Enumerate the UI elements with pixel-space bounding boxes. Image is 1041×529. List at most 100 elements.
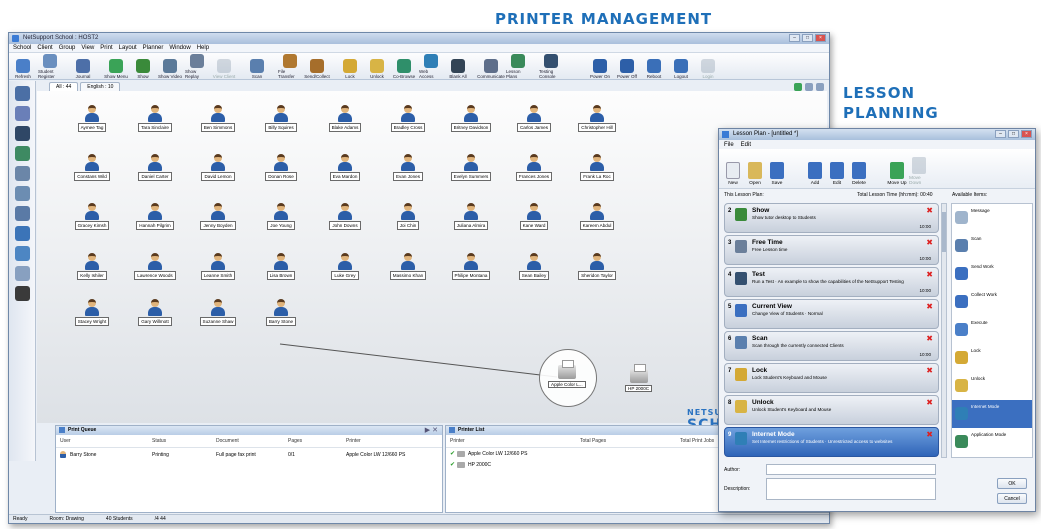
main-titlebar[interactable]: NetSupport School : HOST2 – □ × (9, 33, 829, 44)
column-header[interactable]: Document (216, 438, 288, 444)
student-icon[interactable]: Lawrence Woods (130, 253, 180, 280)
delete-button[interactable]: Delete (849, 162, 869, 186)
view-client-button[interactable]: View Client (212, 59, 236, 79)
author-field[interactable] (766, 464, 936, 475)
available-item-send-work[interactable]: Send Work (952, 260, 1032, 288)
student-icon[interactable]: Blake Adams (320, 105, 370, 132)
view-mode-icon[interactable] (15, 186, 30, 201)
send-collect-button[interactable]: Send/Collect (304, 59, 330, 79)
view-mode-icon[interactable] (15, 126, 30, 141)
lesson-plans-button[interactable]: Lesson Plans (506, 54, 530, 79)
student-icon[interactable]: Frank La Roc (572, 154, 622, 181)
login-button[interactable]: Login (696, 59, 720, 79)
column-header[interactable]: Status (152, 438, 216, 444)
power-off-button[interactable]: Power Off (615, 59, 639, 79)
group-tab[interactable]: English : 10 (80, 82, 121, 91)
lesson-item-show[interactable]: 2 Show Show tutor desktop to Students ✖ 10:0… (724, 203, 939, 233)
student-icon[interactable]: Lisa Brown (256, 253, 306, 280)
student-icon[interactable]: Tara Sinclaire (130, 105, 180, 132)
new-button[interactable]: New (723, 162, 743, 186)
student-icon[interactable]: Christopher Hill (572, 105, 622, 132)
student-icon[interactable]: Carlos James (509, 105, 559, 132)
power-on-button[interactable]: Power On (588, 59, 612, 79)
view-toggle-icon[interactable] (805, 83, 813, 91)
student-icon[interactable]: Joe Young (256, 203, 306, 230)
web-access-button[interactable]: Web Access (419, 54, 443, 79)
add-button[interactable]: Add (805, 162, 825, 186)
available-item-application-mode[interactable]: Application Mode (952, 428, 1032, 456)
ok-button[interactable]: OK (997, 478, 1027, 489)
view-mode-icon[interactable] (15, 266, 30, 281)
student-icon[interactable]: Kane Ward (509, 203, 559, 230)
student-icon[interactable]: Britney Davidson (446, 105, 496, 132)
student-icon[interactable]: Donan Rose (256, 154, 306, 181)
available-item-message[interactable]: Message (952, 204, 1032, 232)
student-icon[interactable]: Evan Jones (383, 154, 433, 181)
student-icon[interactable]: Luke Grey (320, 253, 370, 280)
show-replay-button[interactable]: Show Replay (185, 54, 209, 79)
student-icon[interactable]: Hannah Pilgrim (130, 203, 180, 230)
show-button[interactable]: Show (131, 59, 155, 79)
student-icon[interactable]: Barry Stone (256, 299, 306, 326)
menu-item-print[interactable]: Print (100, 45, 112, 51)
available-item-scan[interactable]: Scan (952, 232, 1032, 260)
lesson-menu-file[interactable]: File (724, 142, 734, 148)
delete-item-icon[interactable]: ✖ (926, 302, 933, 311)
student-icon[interactable]: Ben Simmons (193, 105, 243, 132)
lesson-item-scan[interactable]: 6 Scan Scan through the currently connecte… (724, 331, 939, 361)
student-icon[interactable]: Frances Jones (509, 154, 559, 181)
student-icon[interactable]: Jenny Boyden (193, 203, 243, 230)
delete-item-icon[interactable]: ✖ (926, 270, 933, 279)
column-header[interactable]: User (60, 438, 152, 444)
lesson-item-lock[interactable]: 7 Lock Lock Student's Keyboard and Mouse ✖ (724, 363, 939, 393)
student-icon[interactable]: Aymee Tag (67, 105, 117, 132)
file-transfer-button[interactable]: File Transfer (278, 54, 302, 79)
student-icon[interactable]: Suzanne Shaw (193, 299, 243, 326)
description-field[interactable] (766, 478, 936, 500)
lesson-item-test[interactable]: 4 Test Run a Test · An example to show the… (724, 267, 939, 297)
view-mode-icon[interactable] (15, 226, 30, 241)
lock-button[interactable]: Lock (338, 59, 362, 79)
close-button[interactable]: × (1021, 130, 1032, 138)
scan-button[interactable]: Scan (245, 59, 269, 79)
student-icon[interactable]: Massimo Khan (383, 253, 433, 280)
move-down-button[interactable]: Move Down (909, 157, 929, 186)
scrollbar-thumb[interactable] (942, 212, 946, 252)
student-icon[interactable]: Leanne Smith (193, 253, 243, 280)
available-item-execute[interactable]: Execute (952, 316, 1032, 344)
student-icon[interactable]: Gary Willmott (130, 299, 180, 326)
student-icon[interactable]: Juliana Almira (446, 203, 496, 230)
lesson-item-unlock[interactable]: 8 Unlock Unlock Student's Keyboard and Mou… (724, 395, 939, 425)
menu-item-planner[interactable]: Planner (143, 45, 164, 51)
print-queue-controls[interactable]: ▶ ✕ (425, 426, 438, 435)
close-button[interactable]: × (815, 34, 826, 42)
student-icon[interactable]: Billy Squires (256, 105, 306, 132)
show-menu-button[interactable]: Show Menu (104, 59, 128, 79)
menu-item-group[interactable]: Group (59, 45, 76, 51)
lesson-plan-titlebar[interactable]: Lesson Plan - [untitled *] – □ × (719, 129, 1035, 140)
printer-node-apple[interactable]: Apple Color L... (548, 360, 586, 388)
delete-item-icon[interactable]: ✖ (926, 366, 933, 375)
delete-item-icon[interactable]: ✖ (926, 430, 933, 439)
delete-item-icon[interactable]: ✖ (926, 238, 933, 247)
group-tab[interactable]: All : 44 (49, 82, 79, 91)
menu-item-school[interactable]: School (13, 45, 31, 51)
unlock-button[interactable]: Unlock (365, 59, 389, 79)
student-icon[interactable]: Philipe Montana (446, 253, 496, 280)
delete-item-icon[interactable]: ✖ (926, 334, 933, 343)
delete-item-icon[interactable]: ✖ (926, 206, 933, 215)
edit-button[interactable]: Edit (827, 162, 847, 186)
lesson-list-scrollbar[interactable] (941, 203, 947, 458)
open-button[interactable]: Open (745, 162, 765, 186)
view-toggle-icon[interactable] (794, 83, 802, 91)
student-icon[interactable]: David Lemon (193, 154, 243, 181)
menu-item-view[interactable]: View (81, 45, 94, 51)
student-icon[interactable]: Daniel Carter (130, 154, 180, 181)
lesson-item-internet-mode[interactable]: 9 Internet Mode Set Internet restrictions … (724, 427, 939, 457)
lesson-item-current-view[interactable]: 5 Current View Change View of Students · N… (724, 299, 939, 329)
view-mode-icon[interactable] (15, 166, 30, 181)
column-header[interactable]: Printer (450, 438, 580, 444)
student-icon[interactable]: Joi Chin (383, 203, 433, 230)
column-header[interactable]: Printer (346, 438, 436, 444)
minimize-button[interactable]: – (789, 34, 800, 42)
